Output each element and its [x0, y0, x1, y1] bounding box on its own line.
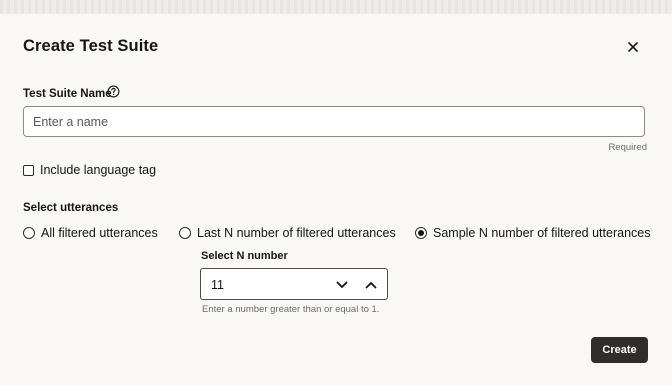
increment-button[interactable]	[363, 277, 379, 293]
create-test-suite-dialog: Create Test Suite Test Suite Name Requir…	[0, 14, 672, 385]
include-language-tag-label: Include language tag	[40, 163, 157, 177]
background-page	[0, 0, 672, 14]
required-text: Required	[608, 142, 647, 153]
radio-all-filtered-utterances[interactable]: All filtered utterances	[23, 226, 158, 240]
radio-label: All filtered utterances	[41, 226, 158, 240]
close-icon	[628, 42, 638, 52]
select-n-number-label: Select N number	[201, 250, 288, 262]
radio-label: Last N number of filtered utterances	[197, 226, 396, 240]
radio-selected-dot	[418, 230, 424, 236]
radio-button-selected[interactable]	[415, 227, 427, 239]
include-language-tag-checkbox[interactable]: Include language tag	[23, 163, 156, 177]
decrement-button[interactable]	[334, 277, 350, 293]
n-number-value[interactable]: 11	[211, 278, 224, 292]
radio-button[interactable]	[23, 227, 35, 239]
close-button[interactable]	[624, 38, 642, 56]
test-suite-name-label: Test Suite Name	[23, 88, 112, 100]
n-number-hint: Enter a number greater than or equal to …	[202, 304, 380, 315]
help-icon[interactable]	[107, 85, 120, 98]
radio-last-n-utterances[interactable]: Last N number of filtered utterances	[179, 226, 396, 240]
checkbox-box[interactable]	[23, 164, 34, 176]
test-suite-name-input[interactable]	[23, 106, 645, 137]
dialog-title: Create Test Suite	[23, 37, 159, 55]
select-utterances-label: Select utterances	[23, 202, 119, 214]
radio-label: Sample N number of filtered utterances	[433, 226, 651, 240]
n-number-stepper[interactable]: 11	[200, 268, 388, 300]
radio-button[interactable]	[179, 227, 191, 239]
chevron-down-icon	[336, 281, 348, 288]
create-button[interactable]: Create	[591, 337, 648, 363]
chevron-up-icon	[365, 282, 377, 289]
radio-sample-n-utterances[interactable]: Sample N number of filtered utterances	[415, 226, 650, 240]
